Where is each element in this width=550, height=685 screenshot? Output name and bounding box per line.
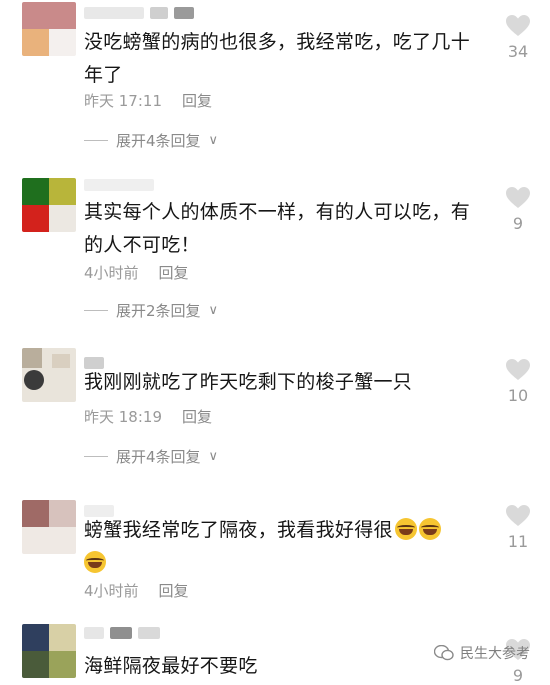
expand-replies-label: 展开4条回复 — [116, 448, 201, 466]
comment-item: 其实每个人的体质不一样，有的人可以吃，有的人不可吃！ 4小时前 回复 展开2条回… — [0, 172, 550, 332]
chevron-down-icon: ∨ — [208, 303, 219, 318]
laughing-crying-emoji-icon — [418, 518, 441, 540]
reply-button[interactable]: 回复 — [182, 406, 212, 427]
comment-text: 没吃螃蟹的病的也很多，我经常吃，吃了几十年了 — [84, 31, 471, 86]
like-button[interactable]: 10 — [498, 358, 538, 405]
reply-button[interactable]: 回复 — [182, 90, 212, 111]
like-button[interactable]: 9 — [498, 186, 538, 233]
comment-text-content: 螃蟹我经常吃了隔夜，我看我好得很 — [84, 519, 393, 541]
divider-line — [84, 310, 108, 311]
wechat-icon — [433, 644, 454, 661]
comment-meta: 昨天 17:11 回复 — [84, 90, 212, 111]
avatar[interactable] — [22, 348, 76, 402]
heart-icon — [506, 359, 530, 380]
like-button[interactable]: 34 — [498, 14, 538, 61]
comment-text: 其实每个人的体质不一样，有的人可以吃，有的人不可吃！ — [84, 201, 471, 256]
comment-item: 螃蟹我经常吃了隔夜，我看我好得很 4小时前 回复 11 — [0, 500, 550, 610]
divider-line — [84, 140, 108, 141]
expand-replies-button[interactable]: 展开4条回复 ∨ — [84, 130, 218, 151]
chevron-down-icon: ∨ — [208, 449, 219, 464]
chevron-down-icon: ∨ — [208, 133, 219, 148]
reply-button[interactable]: 回复 — [159, 262, 189, 283]
divider-line — [84, 456, 108, 457]
heart-icon — [506, 505, 530, 526]
comment-meta: 4小时前 回复 — [84, 262, 189, 283]
comment-text: 螃蟹我经常吃了隔夜，我看我好得很 — [84, 514, 482, 580]
like-button[interactable]: 11 — [498, 504, 538, 551]
expand-replies-label: 展开4条回复 — [116, 132, 201, 150]
comment-text: 海鲜隔夜最好不要吃 — [84, 655, 258, 677]
avatar[interactable] — [22, 2, 76, 56]
username-blurred[interactable] — [84, 626, 160, 640]
comment-item: 我刚刚就吃了昨天吃剩下的梭子蟹一只 昨天 18:19 回复 展开4条回复 ∨ 1… — [0, 348, 550, 478]
avatar[interactable] — [22, 178, 76, 232]
like-count: 10 — [507, 386, 529, 405]
username-blurred[interactable] — [84, 6, 194, 20]
comment-item: 没吃螃蟹的病的也很多，我经常吃，吃了几十年了 昨天 17:11 回复 展开4条回… — [0, 0, 550, 160]
expand-replies-button[interactable]: 展开4条回复 ∨ — [84, 446, 218, 467]
comment-meta: 昨天 18:19 回复 — [84, 406, 212, 427]
like-count: 11 — [507, 532, 529, 551]
like-count: 9 — [512, 214, 524, 233]
like-count: 34 — [507, 42, 529, 61]
comment-time: 4小时前 — [84, 264, 139, 282]
like-count: 9 — [512, 666, 524, 685]
username-blurred[interactable] — [84, 178, 154, 192]
watermark: 民生大参考 — [433, 643, 530, 663]
comment-text: 我刚刚就吃了昨天吃剩下的梭子蟹一只 — [84, 371, 413, 393]
comment-time: 昨天 18:19 — [84, 408, 162, 426]
avatar[interactable] — [22, 624, 76, 678]
comment-time: 4小时前 — [84, 582, 139, 600]
expand-replies-button[interactable]: 展开2条回复 ∨ — [84, 300, 218, 321]
watermark-label: 民生大参考 — [460, 646, 530, 662]
laughing-crying-emoji-icon — [84, 551, 106, 573]
heart-icon — [506, 15, 530, 36]
reply-button[interactable]: 回复 — [159, 580, 189, 601]
heart-icon — [506, 187, 530, 208]
avatar[interactable] — [22, 500, 76, 554]
laughing-crying-emoji-icon — [394, 518, 417, 540]
comment-time: 昨天 17:11 — [84, 92, 162, 110]
expand-replies-label: 展开2条回复 — [116, 302, 201, 320]
comment-meta: 4小时前 回复 — [84, 580, 189, 601]
